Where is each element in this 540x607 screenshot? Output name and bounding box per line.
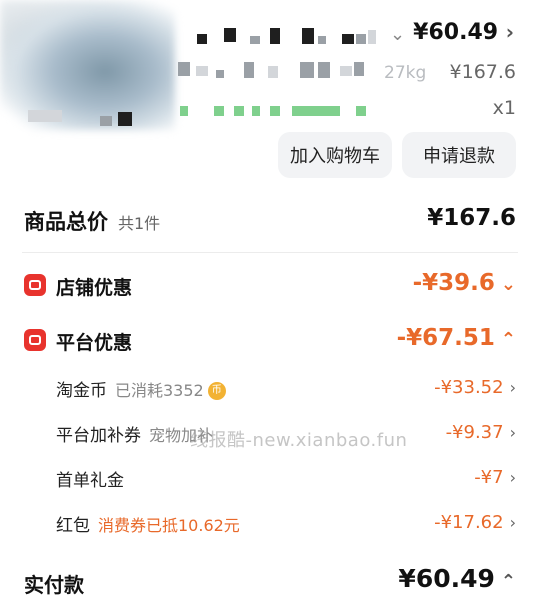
sub-item-value[interactable]: -¥9.37 › <box>446 422 516 443</box>
add-to-cart-button[interactable]: 加入购物车 <box>278 132 392 178</box>
chevron-right-icon[interactable]: › <box>510 513 516 532</box>
original-price: ¥167.6 <box>449 61 516 83</box>
chevron-down-icon[interactable]: ⌄ <box>501 274 516 295</box>
store-discount-value[interactable]: -¥39.6 ⌄ <box>413 270 516 296</box>
product-price-value: ¥60.49 <box>413 20 499 45</box>
sub-item-note: 已消耗3352 <box>115 381 204 400</box>
payment-label: 实付款 <box>24 573 84 597</box>
list-item-taojinbi: 淘金币 已消耗3352 币 <box>56 376 226 401</box>
product-price: ¥60.49 › <box>413 20 514 45</box>
product-weight: 27kg <box>384 63 427 83</box>
sub-item-value[interactable]: -¥7 › <box>474 467 516 488</box>
payment-amount: ¥60.49 <box>398 564 495 593</box>
chevron-right-icon[interactable]: › <box>510 423 516 442</box>
product-thumbnail[interactable] <box>0 0 175 130</box>
store-discount-amount: -¥39.6 <box>412 270 495 296</box>
refund-button[interactable]: 申请退款 <box>402 132 516 178</box>
sub-item-label: 平台加补券 <box>56 426 141 446</box>
list-item-first-order: 首单礼金 <box>56 466 124 491</box>
sub-item-amount: -¥7 <box>474 467 504 488</box>
sub-item-amount: -¥17.62 <box>434 512 504 533</box>
total-label: 商品总价 <box>24 210 108 234</box>
watermark: 线报酷-new.xianbao.fun <box>190 430 408 451</box>
sub-item-label: 红包 <box>56 516 90 536</box>
chevron-right-icon[interactable]: › <box>510 468 516 487</box>
chevron-up-icon[interactable]: ⌃ <box>501 329 516 350</box>
sub-item-amount: -¥33.52 <box>434 377 504 398</box>
platform-icon <box>24 329 46 351</box>
platform-discount-amount: -¥67.51 <box>396 325 495 351</box>
coin-icon: 币 <box>207 382 226 400</box>
total-price: ¥167.6 <box>427 205 516 231</box>
total-count: 共1件 <box>118 214 161 233</box>
platform-discount-value[interactable]: -¥67.51 ⌃ <box>397 325 516 351</box>
sub-item-note: 消费券已抵10.62元 <box>98 516 240 535</box>
platform-discount-label: 平台优惠 <box>56 332 133 354</box>
list-item-red-packet: 红包 消费券已抵10.62元 <box>56 511 240 536</box>
sub-item-amount: -¥9.37 <box>445 422 504 443</box>
quantity: x1 <box>492 97 516 119</box>
sub-item-label: 首单礼金 <box>56 471 124 491</box>
store-discount-label: 店铺优惠 <box>56 277 133 299</box>
chevron-right-icon[interactable]: › <box>506 20 514 44</box>
divider <box>22 252 518 253</box>
sub-item-label: 淘金币 <box>56 381 107 401</box>
sub-item-value[interactable]: -¥33.52 › <box>434 377 516 398</box>
payment-value[interactable]: ¥60.49 ⌃ <box>398 564 516 593</box>
sku-dropdown-icon[interactable]: ⌄ <box>390 24 405 45</box>
store-icon <box>24 274 46 296</box>
sub-item-value[interactable]: -¥17.62 › <box>434 512 516 533</box>
chevron-right-icon[interactable]: › <box>510 378 516 397</box>
chevron-up-icon[interactable]: ⌃ <box>501 571 516 592</box>
